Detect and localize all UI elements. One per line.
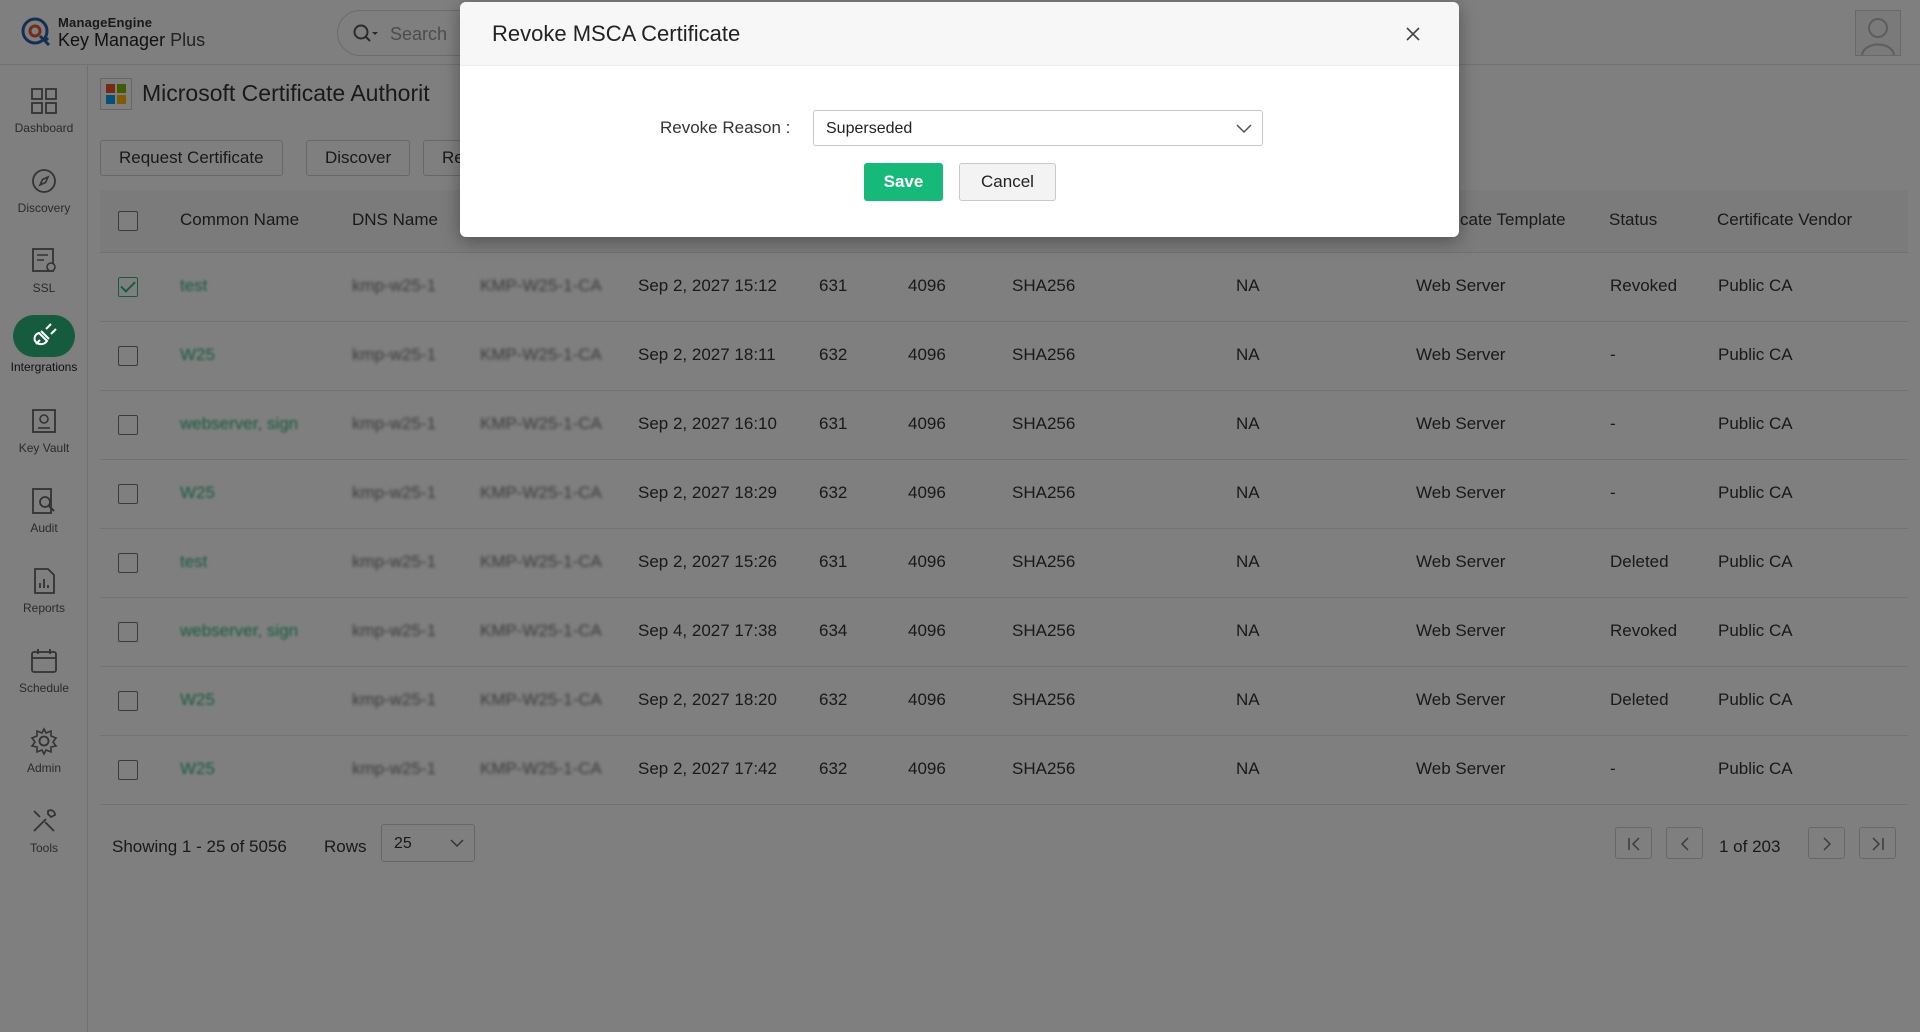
plug-icon bbox=[33, 323, 57, 346]
chevron-down-icon bbox=[1236, 124, 1252, 134]
dialog-title: Revoke MSCA Certificate bbox=[492, 21, 741, 46]
revoke-certificate-dialog: Revoke MSCA Certificate Revoke Reason : … bbox=[460, 2, 1459, 237]
dialog-header: Revoke MSCA Certificate bbox=[460, 2, 1459, 66]
revoke-reason-select[interactable]: Superseded bbox=[813, 110, 1263, 146]
cancel-button[interactable]: Cancel bbox=[959, 163, 1056, 201]
revoke-reason-label: Revoke Reason : bbox=[660, 118, 791, 137]
revoke-reason-value: Superseded bbox=[826, 120, 913, 137]
close-icon[interactable] bbox=[1403, 24, 1423, 44]
save-button[interactable]: Save bbox=[864, 163, 943, 201]
